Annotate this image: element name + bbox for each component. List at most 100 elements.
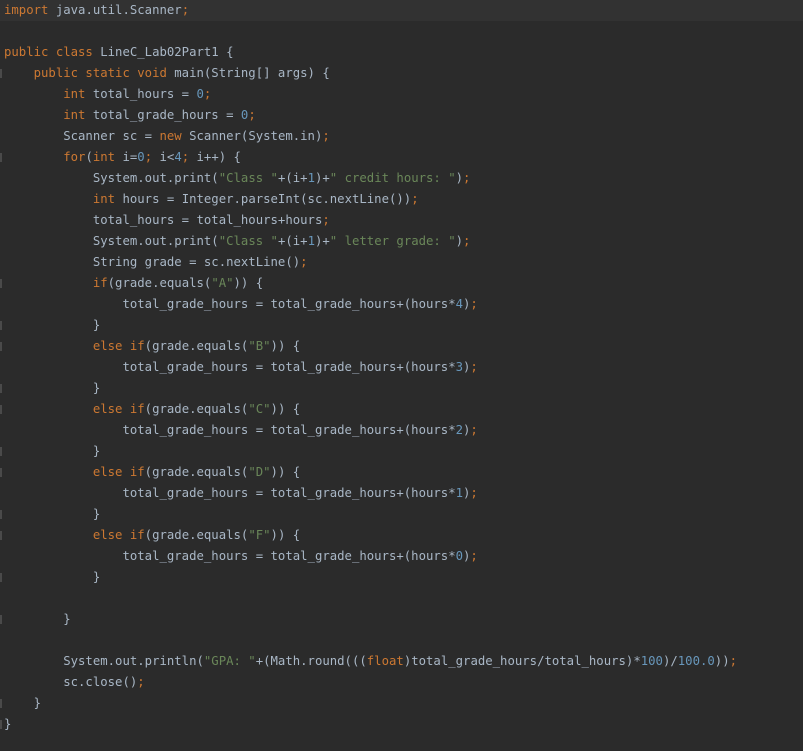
- code-line[interactable]: else if(grade.equals("F")) {: [0, 525, 803, 546]
- code-token-id: (grade.equals(: [144, 465, 249, 479]
- fold-marker-icon[interactable]: [0, 384, 2, 393]
- fold-marker-icon[interactable]: [0, 468, 2, 477]
- code-text: else if(grade.equals("F")) {: [4, 525, 300, 546]
- code-token-id: total_grade_hours = total_grade_hours+(h…: [4, 549, 456, 563]
- code-token-kw: int: [92, 150, 116, 164]
- code-token-id: total_hours = total_hours+hours: [4, 213, 323, 227]
- code-line[interactable]: int total_grade_hours = 0;: [0, 105, 803, 126]
- code-token-id: )/: [662, 654, 678, 668]
- code-token-id: String grade = sc.nextLine(): [4, 255, 301, 269]
- fold-marker-icon[interactable]: [0, 447, 2, 456]
- code-text: total_grade_hours = total_grade_hours+(h…: [4, 294, 478, 315]
- code-line[interactable]: import java.util.Scanner;: [0, 0, 803, 21]
- code-text: }: [4, 609, 70, 630]
- fold-marker-icon[interactable]: [0, 573, 2, 582]
- code-token-kw: ;: [144, 150, 153, 164]
- code-line[interactable]: String grade = sc.nextLine();: [0, 252, 803, 273]
- code-line[interactable]: }: [0, 693, 803, 714]
- code-text: if(grade.equals("A")) {: [4, 273, 263, 294]
- code-token-kw: ;: [248, 108, 256, 122]
- fold-marker-icon[interactable]: [0, 531, 2, 540]
- fold-marker-icon[interactable]: [0, 699, 2, 708]
- code-token-id: i=: [115, 150, 138, 164]
- code-token-kw: ;: [411, 192, 419, 206]
- code-text: System.out.println("GPA: "+(Math.round((…: [4, 651, 737, 672]
- code-token-str: "F": [248, 528, 271, 542]
- code-token-str: "D": [248, 465, 271, 479]
- code-line[interactable]: public static void main(String[] args) {: [0, 63, 803, 84]
- code-token-kw: ;: [463, 234, 471, 248]
- code-token-kw: ;: [322, 129, 330, 143]
- code-line[interactable]: }: [0, 567, 803, 588]
- code-line[interactable]: int total_hours = 0;: [0, 84, 803, 105]
- code-text: String grade = sc.nextLine();: [4, 252, 308, 273]
- code-token-id: total_grade_hours = total_grade_hours+(h…: [4, 423, 456, 437]
- code-token-id: i<: [152, 150, 175, 164]
- code-line[interactable]: public class LineC_Lab02Part1 {: [0, 42, 803, 63]
- code-line[interactable]: [0, 630, 803, 651]
- code-line[interactable]: else if(grade.equals("D")) {: [0, 462, 803, 483]
- code-line[interactable]: [0, 588, 803, 609]
- code-token-id: }: [4, 570, 101, 584]
- code-token-id: }: [4, 318, 101, 332]
- code-token-num: 4: [455, 297, 464, 311]
- fold-marker-icon[interactable]: [0, 615, 2, 624]
- code-line[interactable]: total_grade_hours = total_grade_hours+(h…: [0, 483, 803, 504]
- code-line[interactable]: System.out.print("Class "+(i+1)+" letter…: [0, 231, 803, 252]
- code-token-kw: else if: [4, 465, 145, 479]
- code-token-kw: float: [366, 654, 404, 668]
- fold-marker-icon[interactable]: [0, 405, 2, 414]
- code-token-id: Scanner sc =: [4, 129, 160, 143]
- code-line[interactable]: total_hours = total_hours+hours;: [0, 210, 803, 231]
- code-line[interactable]: else if(grade.equals("C")) {: [0, 399, 803, 420]
- fold-marker-icon[interactable]: [0, 153, 2, 162]
- code-text: }: [4, 378, 100, 399]
- fold-marker-icon[interactable]: [0, 321, 2, 330]
- code-line[interactable]: if(grade.equals("A")) {: [0, 273, 803, 294]
- fold-marker-icon[interactable]: [0, 510, 2, 519]
- code-text: public class LineC_Lab02Part1 {: [4, 42, 234, 63]
- code-token-kw: ;: [137, 675, 145, 689]
- code-line[interactable]: }: [0, 609, 803, 630]
- code-line[interactable]: sc.close();: [0, 672, 803, 693]
- code-line[interactable]: total_grade_hours = total_grade_hours+(h…: [0, 294, 803, 315]
- code-line[interactable]: total_grade_hours = total_grade_hours+(h…: [0, 546, 803, 567]
- fold-marker-icon[interactable]: [0, 342, 2, 351]
- code-line[interactable]: System.out.print("Class "+(i+1)+" credit…: [0, 168, 803, 189]
- code-line[interactable]: }: [0, 315, 803, 336]
- code-token-id: total_grade_hours =: [85, 108, 241, 122]
- code-token-str: " letter grade: ": [329, 234, 456, 248]
- code-line[interactable]: else if(grade.equals("B")) {: [0, 336, 803, 357]
- fold-marker-icon[interactable]: [0, 69, 2, 78]
- code-token-id: )) {: [270, 528, 301, 542]
- code-line[interactable]: }: [0, 378, 803, 399]
- code-line[interactable]: int hours = Integer.parseInt(sc.nextLine…: [0, 189, 803, 210]
- code-line[interactable]: for(int i=0; i<4; i++) {: [0, 147, 803, 168]
- code-token-kw: ;: [470, 297, 478, 311]
- code-token-num: 0: [455, 549, 464, 563]
- code-token-kw: new: [159, 129, 182, 143]
- code-token-id: )+: [314, 171, 330, 185]
- code-line[interactable]: total_grade_hours = total_grade_hours+(h…: [0, 357, 803, 378]
- code-token-id: LineC_Lab02Part1 {: [92, 45, 234, 59]
- code-text: }: [4, 693, 41, 714]
- code-line[interactable]: total_grade_hours = total_grade_hours+(h…: [0, 420, 803, 441]
- code-token-id: +(i+: [277, 234, 308, 248]
- fold-marker-icon[interactable]: [0, 279, 2, 288]
- code-token-id: hours = Integer.parseInt(sc.nextLine()): [115, 192, 412, 206]
- fold-marker-icon[interactable]: [0, 720, 2, 729]
- code-token-kw: else if: [4, 339, 145, 353]
- code-editor[interactable]: import java.util.Scanner; public class Li…: [0, 0, 803, 751]
- code-line[interactable]: }: [0, 441, 803, 462]
- code-token-id: System.out.println(: [4, 654, 204, 668]
- code-line[interactable]: }: [0, 714, 803, 735]
- code-token-id: sc.close(): [4, 675, 138, 689]
- code-token-id: }: [4, 507, 101, 521]
- code-text: total_grade_hours = total_grade_hours+(h…: [4, 483, 477, 504]
- code-line[interactable]: [0, 21, 803, 42]
- code-line[interactable]: Scanner sc = new Scanner(System.in);: [0, 126, 803, 147]
- code-text: int hours = Integer.parseInt(sc.nextLine…: [4, 189, 419, 210]
- code-line[interactable]: System.out.println("GPA: "+(Math.round((…: [0, 651, 803, 672]
- code-token-str: "GPA: ": [203, 654, 256, 668]
- code-line[interactable]: }: [0, 504, 803, 525]
